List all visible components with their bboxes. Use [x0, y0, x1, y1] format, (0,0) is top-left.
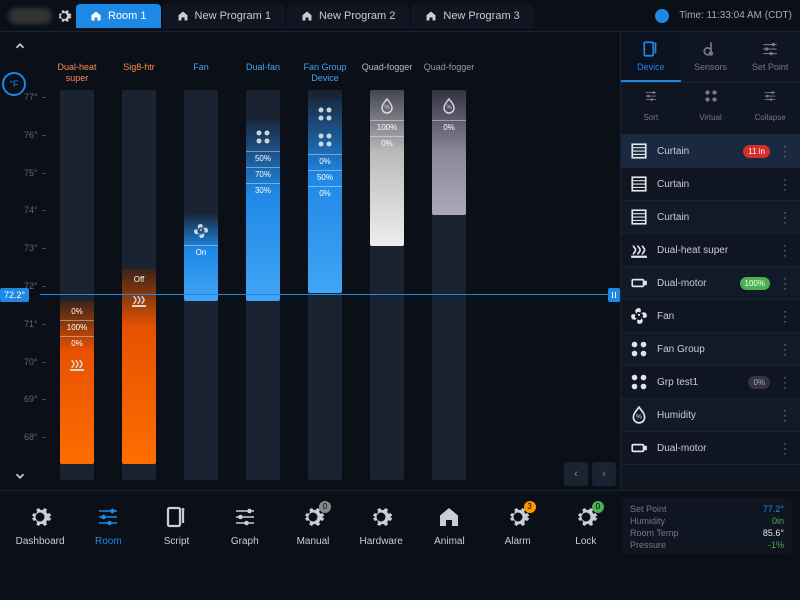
side-control-virtual[interactable]: Virtual: [681, 83, 741, 134]
setpoint-line: [40, 294, 620, 295]
axis-tick: 71°: [24, 319, 38, 329]
chart-column[interactable]: Quad-fogger 100%0%: [360, 62, 414, 480]
tab-1[interactable]: New Program 1: [163, 4, 285, 28]
logo: [8, 8, 52, 24]
axis-tick: 73°: [24, 243, 38, 253]
device-item[interactable]: Curtain ⋮: [621, 168, 800, 201]
fan-group-icon: [629, 372, 649, 392]
device-item[interactable]: Curtain 11 in ⋮: [621, 135, 800, 168]
fan-group-icon: [629, 339, 649, 359]
device-more-button[interactable]: ⋮: [778, 275, 792, 292]
top-bar: Room 1New Program 1New Program 2New Prog…: [0, 0, 800, 32]
bottom-bar: Dashboard Room Script Graph 0Manual Hard…: [0, 490, 800, 560]
clock: Time: 11:33:04 AM (CDT): [679, 10, 792, 21]
nav-alarm[interactable]: 3Alarm: [486, 505, 550, 547]
heater-icon: [629, 240, 649, 260]
chart-column[interactable]: Fan On: [174, 62, 228, 480]
motor-icon: [629, 438, 649, 458]
device-item[interactable]: Humidity ⋮: [621, 399, 800, 432]
chart-column[interactable]: Quad-fogger 0%: [422, 62, 476, 480]
side-tab-sensors[interactable]: Sensors: [681, 32, 741, 82]
device-item[interactable]: Grp test1 0% ⋮: [621, 366, 800, 399]
nav-animal[interactable]: Animal: [417, 505, 481, 547]
nav-lock[interactable]: 0Lock: [554, 505, 618, 547]
globe-icon[interactable]: [655, 9, 669, 23]
side-panel: DeviceSensorsSet Point SortVirtualCollap…: [620, 32, 800, 490]
axis-tick: 77°: [24, 92, 38, 102]
axis-tick: 70°: [24, 357, 38, 367]
device-more-button[interactable]: ⋮: [778, 308, 792, 325]
side-control-sort[interactable]: Sort: [621, 83, 681, 134]
device-item[interactable]: Dual-heat super ⋮: [621, 234, 800, 267]
axis-tick: 74°: [24, 205, 38, 215]
scroll-up-button[interactable]: [10, 36, 30, 56]
unit-badge[interactable]: °F: [2, 72, 26, 96]
device-item[interactable]: Dual-motor ⋮: [621, 432, 800, 465]
nav-script[interactable]: Script: [144, 505, 208, 547]
device-more-button[interactable]: ⋮: [778, 209, 792, 226]
device-status: 0%: [748, 376, 770, 388]
nav-manual[interactable]: 0Manual: [281, 505, 345, 547]
device-list[interactable]: Curtain 11 in ⋮ Curtain ⋮ Curtain ⋮ Dual…: [621, 135, 800, 490]
motor-icon: [629, 273, 649, 293]
curtain-icon: [629, 207, 649, 227]
chart-next-button[interactable]: ›: [592, 462, 616, 486]
side-tab-set point[interactable]: Set Point: [740, 32, 800, 82]
chart-column[interactable]: Sig8-htr Off: [112, 62, 166, 480]
setpoint-handle[interactable]: [608, 288, 620, 302]
device-item[interactable]: Fan ⋮: [621, 300, 800, 333]
tab-3[interactable]: New Program 3: [411, 4, 533, 28]
scroll-down-button[interactable]: [10, 466, 30, 486]
axis-tick: 76°: [24, 130, 38, 140]
nav-dashboard[interactable]: Dashboard: [8, 505, 72, 547]
device-status: 100%: [740, 277, 770, 289]
nav-hardware[interactable]: Hardware: [349, 505, 413, 547]
nav-graph[interactable]: Graph: [213, 505, 277, 547]
settings-button[interactable]: [56, 8, 72, 24]
axis-tick: 68°: [24, 432, 38, 442]
chart-area: °F 77°76°75°74°73°72°71°70°69°68° 72.2° …: [0, 32, 620, 490]
nav-room[interactable]: Room: [76, 505, 140, 547]
device-status: 11 in: [743, 145, 770, 157]
device-more-button[interactable]: ⋮: [778, 440, 792, 457]
chart-prev-button[interactable]: ‹: [564, 462, 588, 486]
device-more-button[interactable]: ⋮: [778, 374, 792, 391]
device-more-button[interactable]: ⋮: [778, 176, 792, 193]
device-more-button[interactable]: ⋮: [778, 242, 792, 259]
device-more-button[interactable]: ⋮: [778, 341, 792, 358]
curtain-icon: [629, 174, 649, 194]
setpoint-badge[interactable]: 72.2°: [0, 288, 29, 302]
chart-column[interactable]: Fan Group Device 0%50%0%: [298, 62, 352, 480]
tab-0[interactable]: Room 1: [76, 4, 161, 28]
axis-tick: 75°: [24, 168, 38, 178]
fan-icon: [629, 306, 649, 326]
chart-column[interactable]: Dual-fan 50%70%30%: [236, 62, 290, 480]
side-tab-device[interactable]: Device: [621, 32, 681, 82]
tab-2[interactable]: New Program 2: [287, 4, 409, 28]
chart-column[interactable]: Dual-heat super 0%100%0%: [50, 62, 104, 480]
curtain-icon: [629, 141, 649, 161]
device-item[interactable]: Dual-motor 100% ⋮: [621, 267, 800, 300]
humidity-icon: [629, 405, 649, 425]
device-item[interactable]: Fan Group ⋮: [621, 333, 800, 366]
device-item[interactable]: Curtain ⋮: [621, 201, 800, 234]
side-control-collapse[interactable]: Collapse: [740, 83, 800, 134]
status-panel: Set Point77.2° Humidity0in Room Temp85.6…: [622, 498, 792, 554]
device-more-button[interactable]: ⋮: [778, 407, 792, 424]
device-more-button[interactable]: ⋮: [778, 143, 792, 160]
room-tabs: Room 1New Program 1New Program 2New Prog…: [76, 4, 651, 28]
axis-tick: 69°: [24, 394, 38, 404]
